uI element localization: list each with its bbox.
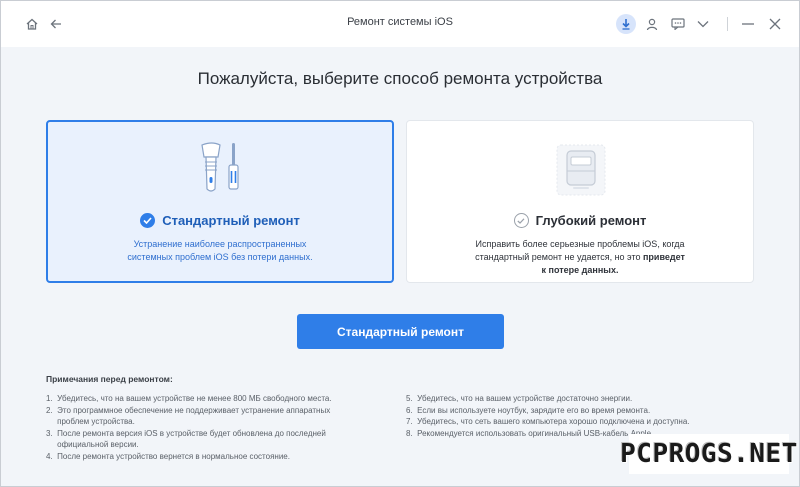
note-item: 5. Убедитесь, что на вашем устройстве до…: [406, 394, 633, 403]
titlebar-divider: [727, 17, 728, 31]
deep-repair-description: Исправить более серьезные проблемы iOS, …: [427, 238, 733, 277]
user-icon[interactable]: [642, 14, 662, 34]
deep-repair-label: Глубокий ремонт: [535, 213, 647, 228]
notes-right-column: 5. Убедитесь, что на вашем устройстве до…: [406, 393, 751, 439]
note-item: 4. После ремонта устройство вернется в н…: [46, 451, 290, 461]
notes-title: Примечания перед ремонтом:: [46, 374, 173, 384]
title-bar: Ремонт системы iOS: [1, 1, 799, 47]
chevron-down-icon[interactable]: [693, 14, 713, 34]
checkmark-icon: [140, 213, 156, 228]
deep-desc-line: Исправить более серьезные проблемы iOS, …: [475, 239, 685, 249]
deep-desc-emphasis: приведет: [642, 252, 685, 262]
app-window: Ремонт системы iOS Пожалуйста, выберите …: [0, 0, 800, 487]
deep-desc-line: стандартный ремонт не удается, но это пр…: [427, 251, 733, 264]
standard-desc-line: Устранение наиболее распространенных: [133, 239, 307, 249]
start-standard-repair-button[interactable]: Стандартный ремонт: [297, 314, 504, 349]
deep-repair-title: Глубокий ремонт: [407, 213, 753, 228]
close-icon[interactable]: [765, 14, 785, 34]
deep-desc-emphasis: к потере данных.: [541, 265, 619, 275]
checkmark-icon: [513, 213, 529, 228]
note-item: 3. После ремонта версия iOS в устройстве…: [46, 428, 326, 438]
note-item: 7. Убедитесь, что сеть вашего компьютера…: [406, 417, 690, 426]
note-item: 1. Убедитесь, что на вашем устройстве не…: [46, 394, 332, 403]
note-item: официальной версии.: [46, 440, 139, 449]
notes-left-column: 1. Убедитесь, что на вашем устройстве не…: [46, 393, 381, 462]
watermark: PCPROGS.NET: [620, 434, 797, 474]
deep-repair-card[interactable]: Глубокий ремонт Исправить более серьезны…: [406, 120, 754, 283]
standard-repair-title: Стандартный ремонт: [48, 213, 392, 228]
note-item: 2. Это программное обеспечение не поддер…: [46, 405, 331, 415]
note-item: 6. Если вы используете ноутбук, зарядите…: [406, 405, 651, 415]
standard-desc-line: системных проблем iOS без потери данных.: [127, 252, 313, 262]
deep-desc-text: стандартный ремонт не удается, но это: [475, 252, 643, 262]
download-icon[interactable]: [616, 14, 636, 34]
feedback-icon[interactable]: [668, 14, 688, 34]
phone-repair-icon: [556, 144, 606, 196]
page-heading: Пожалуйста, выберите способ ремонта устр…: [197, 69, 603, 88]
repair-tools-icon: [201, 142, 239, 192]
standard-repair-card[interactable]: Стандартный ремонт Устранение наиболее р…: [46, 120, 394, 283]
minimize-icon[interactable]: [738, 14, 758, 34]
note-item: проблем устройства.: [46, 417, 135, 426]
standard-repair-description: Устранение наиболее распространенных сис…: [68, 238, 372, 264]
standard-repair-label: Стандартный ремонт: [162, 213, 300, 228]
deep-desc-line: к потере данных.: [427, 264, 733, 277]
